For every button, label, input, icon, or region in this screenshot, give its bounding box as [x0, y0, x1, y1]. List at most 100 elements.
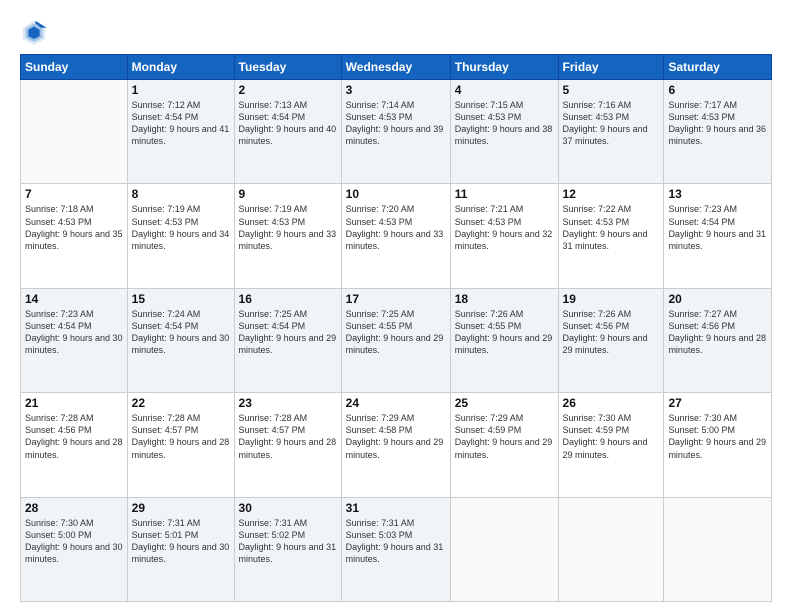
day-info: Sunrise: 7:14 AM Sunset: 4:53 PM Dayligh…	[346, 99, 446, 148]
calendar-cell: 22 Sunrise: 7:28 AM Sunset: 4:57 PM Dayli…	[127, 393, 234, 497]
calendar-cell: 10 Sunrise: 7:20 AM Sunset: 4:53 PM Dayli…	[341, 184, 450, 288]
day-number: 27	[668, 396, 767, 410]
day-info: Sunrise: 7:24 AM Sunset: 4:54 PM Dayligh…	[132, 308, 230, 357]
day-number: 2	[239, 83, 337, 97]
weekday-header-friday: Friday	[558, 55, 664, 80]
day-number: 18	[455, 292, 554, 306]
day-info: Sunrise: 7:25 AM Sunset: 4:55 PM Dayligh…	[346, 308, 446, 357]
day-number: 15	[132, 292, 230, 306]
calendar-cell: 19Sunrise: 7:26 AM Sunset: 4:56 PM Dayli…	[558, 288, 664, 392]
day-number: 8	[132, 187, 230, 201]
weekday-header-wednesday: Wednesday	[341, 55, 450, 80]
weekday-header-tuesday: Tuesday	[234, 55, 341, 80]
calendar-cell: 23 Sunrise: 7:28 AM Sunset: 4:57 PM Dayli…	[234, 393, 341, 497]
header	[20, 18, 772, 46]
calendar-cell: 21 Sunrise: 7:28 AM Sunset: 4:56 PM Dayli…	[21, 393, 128, 497]
day-info: Sunrise: 7:30 AM Sunset: 5:00 PM Dayligh…	[25, 517, 123, 566]
week-row-4: 28 Sunrise: 7:30 AM Sunset: 5:00 PM Dayli…	[21, 497, 772, 601]
calendar-cell: 29Sunrise: 7:31 AM Sunset: 5:01 PM Dayli…	[127, 497, 234, 601]
day-number: 14	[25, 292, 123, 306]
calendar-cell	[450, 497, 558, 601]
day-info: Sunrise: 7:28 AM Sunset: 4:57 PM Dayligh…	[239, 412, 337, 461]
calendar-cell	[558, 497, 664, 601]
day-info: Sunrise: 7:29 AM Sunset: 4:58 PM Dayligh…	[346, 412, 446, 461]
calendar-cell: 17 Sunrise: 7:25 AM Sunset: 4:55 PM Dayli…	[341, 288, 450, 392]
day-number: 26	[563, 396, 660, 410]
day-number: 21	[25, 396, 123, 410]
day-number: 17	[346, 292, 446, 306]
day-number: 30	[239, 501, 337, 515]
calendar-cell: 1 Sunrise: 7:12 AM Sunset: 4:54 PM Daylig…	[127, 80, 234, 184]
day-info: Sunrise: 7:21 AM Sunset: 4:53 PM Dayligh…	[455, 203, 554, 252]
weekday-header-monday: Monday	[127, 55, 234, 80]
day-number: 31	[346, 501, 446, 515]
calendar-cell: 4Sunrise: 7:15 AM Sunset: 4:53 PM Daylig…	[450, 80, 558, 184]
day-number: 22	[132, 396, 230, 410]
day-number: 13	[668, 187, 767, 201]
day-info: Sunrise: 7:19 AM Sunset: 4:53 PM Dayligh…	[239, 203, 337, 252]
calendar-cell: 6 Sunrise: 7:17 AM Sunset: 4:53 PM Daylig…	[664, 80, 772, 184]
calendar-cell: 2 Sunrise: 7:13 AM Sunset: 4:54 PM Daylig…	[234, 80, 341, 184]
day-info: Sunrise: 7:31 AM Sunset: 5:01 PM Dayligh…	[132, 517, 230, 566]
day-info: Sunrise: 7:27 AM Sunset: 4:56 PM Dayligh…	[668, 308, 767, 357]
day-info: Sunrise: 7:19 AM Sunset: 4:53 PM Dayligh…	[132, 203, 230, 252]
day-info: Sunrise: 7:31 AM Sunset: 5:02 PM Dayligh…	[239, 517, 337, 566]
day-number: 16	[239, 292, 337, 306]
day-info: Sunrise: 7:28 AM Sunset: 4:56 PM Dayligh…	[25, 412, 123, 461]
page: SundayMondayTuesdayWednesdayThursdayFrid…	[0, 0, 792, 612]
calendar-cell: 12 Sunrise: 7:22 AM Sunset: 4:53 PM Dayli…	[558, 184, 664, 288]
day-number: 11	[455, 187, 554, 201]
calendar-cell: 13Sunrise: 7:23 AM Sunset: 4:54 PM Dayli…	[664, 184, 772, 288]
day-info: Sunrise: 7:30 AM Sunset: 5:00 PM Dayligh…	[668, 412, 767, 461]
calendar-cell: 24 Sunrise: 7:29 AM Sunset: 4:58 PM Dayli…	[341, 393, 450, 497]
calendar-cell: 3Sunrise: 7:14 AM Sunset: 4:53 PM Daylig…	[341, 80, 450, 184]
day-number: 12	[563, 187, 660, 201]
week-row-0: 1 Sunrise: 7:12 AM Sunset: 4:54 PM Daylig…	[21, 80, 772, 184]
generalblue-icon	[20, 18, 48, 46]
calendar-cell	[664, 497, 772, 601]
calendar-cell: 25Sunrise: 7:29 AM Sunset: 4:59 PM Dayli…	[450, 393, 558, 497]
weekday-header-sunday: Sunday	[21, 55, 128, 80]
day-number: 6	[668, 83, 767, 97]
day-info: Sunrise: 7:25 AM Sunset: 4:54 PM Dayligh…	[239, 308, 337, 357]
day-info: Sunrise: 7:28 AM Sunset: 4:57 PM Dayligh…	[132, 412, 230, 461]
day-info: Sunrise: 7:31 AM Sunset: 5:03 PM Dayligh…	[346, 517, 446, 566]
day-info: Sunrise: 7:22 AM Sunset: 4:53 PM Dayligh…	[563, 203, 660, 252]
day-info: Sunrise: 7:17 AM Sunset: 4:53 PM Dayligh…	[668, 99, 767, 148]
calendar-cell: 7 Sunrise: 7:18 AM Sunset: 4:53 PM Daylig…	[21, 184, 128, 288]
calendar-cell: 31 Sunrise: 7:31 AM Sunset: 5:03 PM Dayli…	[341, 497, 450, 601]
day-number: 23	[239, 396, 337, 410]
day-number: 28	[25, 501, 123, 515]
day-number: 4	[455, 83, 554, 97]
day-number: 19	[563, 292, 660, 306]
day-info: Sunrise: 7:16 AM Sunset: 4:53 PM Dayligh…	[563, 99, 660, 148]
weekday-header-saturday: Saturday	[664, 55, 772, 80]
calendar-cell: 30 Sunrise: 7:31 AM Sunset: 5:02 PM Dayli…	[234, 497, 341, 601]
week-row-3: 21 Sunrise: 7:28 AM Sunset: 4:56 PM Dayli…	[21, 393, 772, 497]
calendar-cell: 15 Sunrise: 7:24 AM Sunset: 4:54 PM Dayli…	[127, 288, 234, 392]
day-number: 7	[25, 187, 123, 201]
day-number: 10	[346, 187, 446, 201]
calendar: SundayMondayTuesdayWednesdayThursdayFrid…	[20, 54, 772, 602]
day-info: Sunrise: 7:26 AM Sunset: 4:55 PM Dayligh…	[455, 308, 554, 357]
day-info: Sunrise: 7:23 AM Sunset: 4:54 PM Dayligh…	[25, 308, 123, 357]
day-number: 24	[346, 396, 446, 410]
calendar-cell: 9Sunrise: 7:19 AM Sunset: 4:53 PM Daylig…	[234, 184, 341, 288]
day-info: Sunrise: 7:18 AM Sunset: 4:53 PM Dayligh…	[25, 203, 123, 252]
day-info: Sunrise: 7:12 AM Sunset: 4:54 PM Dayligh…	[132, 99, 230, 148]
calendar-cell	[21, 80, 128, 184]
week-row-1: 7 Sunrise: 7:18 AM Sunset: 4:53 PM Daylig…	[21, 184, 772, 288]
day-info: Sunrise: 7:13 AM Sunset: 4:54 PM Dayligh…	[239, 99, 337, 148]
calendar-cell: 11 Sunrise: 7:21 AM Sunset: 4:53 PM Dayli…	[450, 184, 558, 288]
day-info: Sunrise: 7:29 AM Sunset: 4:59 PM Dayligh…	[455, 412, 554, 461]
calendar-cell: 16 Sunrise: 7:25 AM Sunset: 4:54 PM Dayli…	[234, 288, 341, 392]
calendar-cell: 20 Sunrise: 7:27 AM Sunset: 4:56 PM Dayli…	[664, 288, 772, 392]
day-info: Sunrise: 7:20 AM Sunset: 4:53 PM Dayligh…	[346, 203, 446, 252]
day-number: 20	[668, 292, 767, 306]
day-info: Sunrise: 7:30 AM Sunset: 4:59 PM Dayligh…	[563, 412, 660, 461]
day-number: 1	[132, 83, 230, 97]
weekday-header-thursday: Thursday	[450, 55, 558, 80]
weekday-header-row: SundayMondayTuesdayWednesdayThursdayFrid…	[21, 55, 772, 80]
calendar-cell: 27 Sunrise: 7:30 AM Sunset: 5:00 PM Dayli…	[664, 393, 772, 497]
logo	[20, 18, 52, 46]
